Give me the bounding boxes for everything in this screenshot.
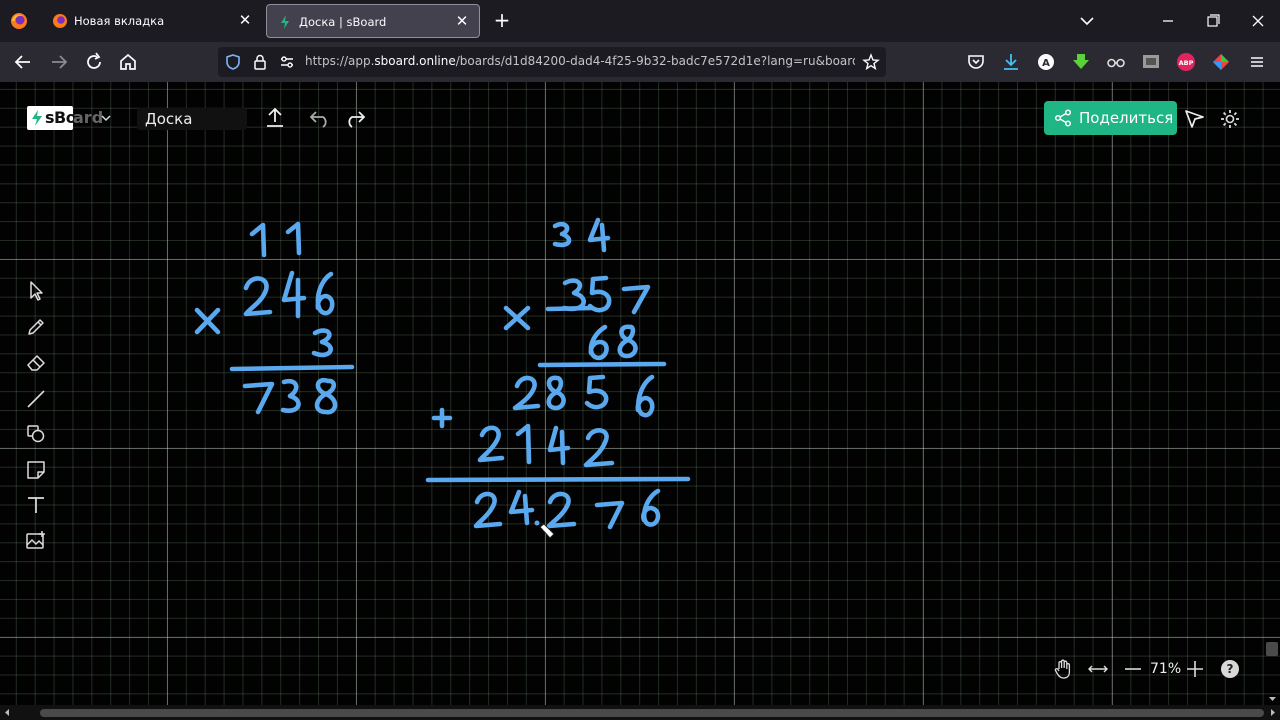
board-name-input[interactable]: Доска xyxy=(137,108,247,130)
share-icon xyxy=(1054,109,1072,127)
redo-icon[interactable] xyxy=(342,105,368,131)
zoom-level[interactable]: 71% xyxy=(1150,661,1181,677)
sticky-note-tool-icon[interactable] xyxy=(23,457,49,483)
eraser-tool-icon[interactable] xyxy=(23,350,49,376)
lightning-icon xyxy=(32,110,42,126)
logo-text: sBo xyxy=(45,108,77,127)
vertical-scroll-thumb[interactable] xyxy=(1266,642,1278,656)
text-tool-icon[interactable] xyxy=(23,492,49,518)
chevron-down-icon[interactable] xyxy=(101,113,111,123)
undo-icon[interactable] xyxy=(307,105,333,131)
sboard-logo[interactable]: sBo ard xyxy=(27,106,113,130)
help-button[interactable]: ? xyxy=(1221,660,1239,678)
presentation-pointer-icon[interactable] xyxy=(1182,106,1208,132)
zoom-in-icon[interactable] xyxy=(1183,657,1207,681)
second-multiplication xyxy=(425,217,691,530)
shapes-tool-icon[interactable] xyxy=(23,421,49,447)
horizontal-scroll-thumb[interactable] xyxy=(40,709,1264,717)
logo-text-rest: ard xyxy=(73,108,104,127)
export-upload-icon[interactable] xyxy=(262,105,288,131)
zoom-out-icon[interactable] xyxy=(1121,657,1145,681)
pen-tool-icon[interactable] xyxy=(23,314,49,340)
scroll-right-arrow-icon[interactable] xyxy=(1268,708,1277,717)
first-multiplication xyxy=(194,221,355,415)
scroll-down-arrow-icon[interactable] xyxy=(1268,694,1277,703)
image-tool-icon[interactable] xyxy=(23,528,49,554)
line-tool-icon[interactable] xyxy=(23,386,49,412)
horizontal-scrollbar[interactable] xyxy=(0,705,1280,720)
share-button[interactable]: Поделиться xyxy=(1044,101,1177,135)
scroll-left-arrow-icon[interactable] xyxy=(3,708,12,717)
fit-width-icon[interactable] xyxy=(1086,657,1110,681)
select-tool-icon[interactable] xyxy=(23,278,49,304)
settings-gear-icon[interactable] xyxy=(1217,106,1243,132)
hand-pan-icon[interactable] xyxy=(1051,657,1075,681)
share-label: Поделиться xyxy=(1079,109,1174,127)
